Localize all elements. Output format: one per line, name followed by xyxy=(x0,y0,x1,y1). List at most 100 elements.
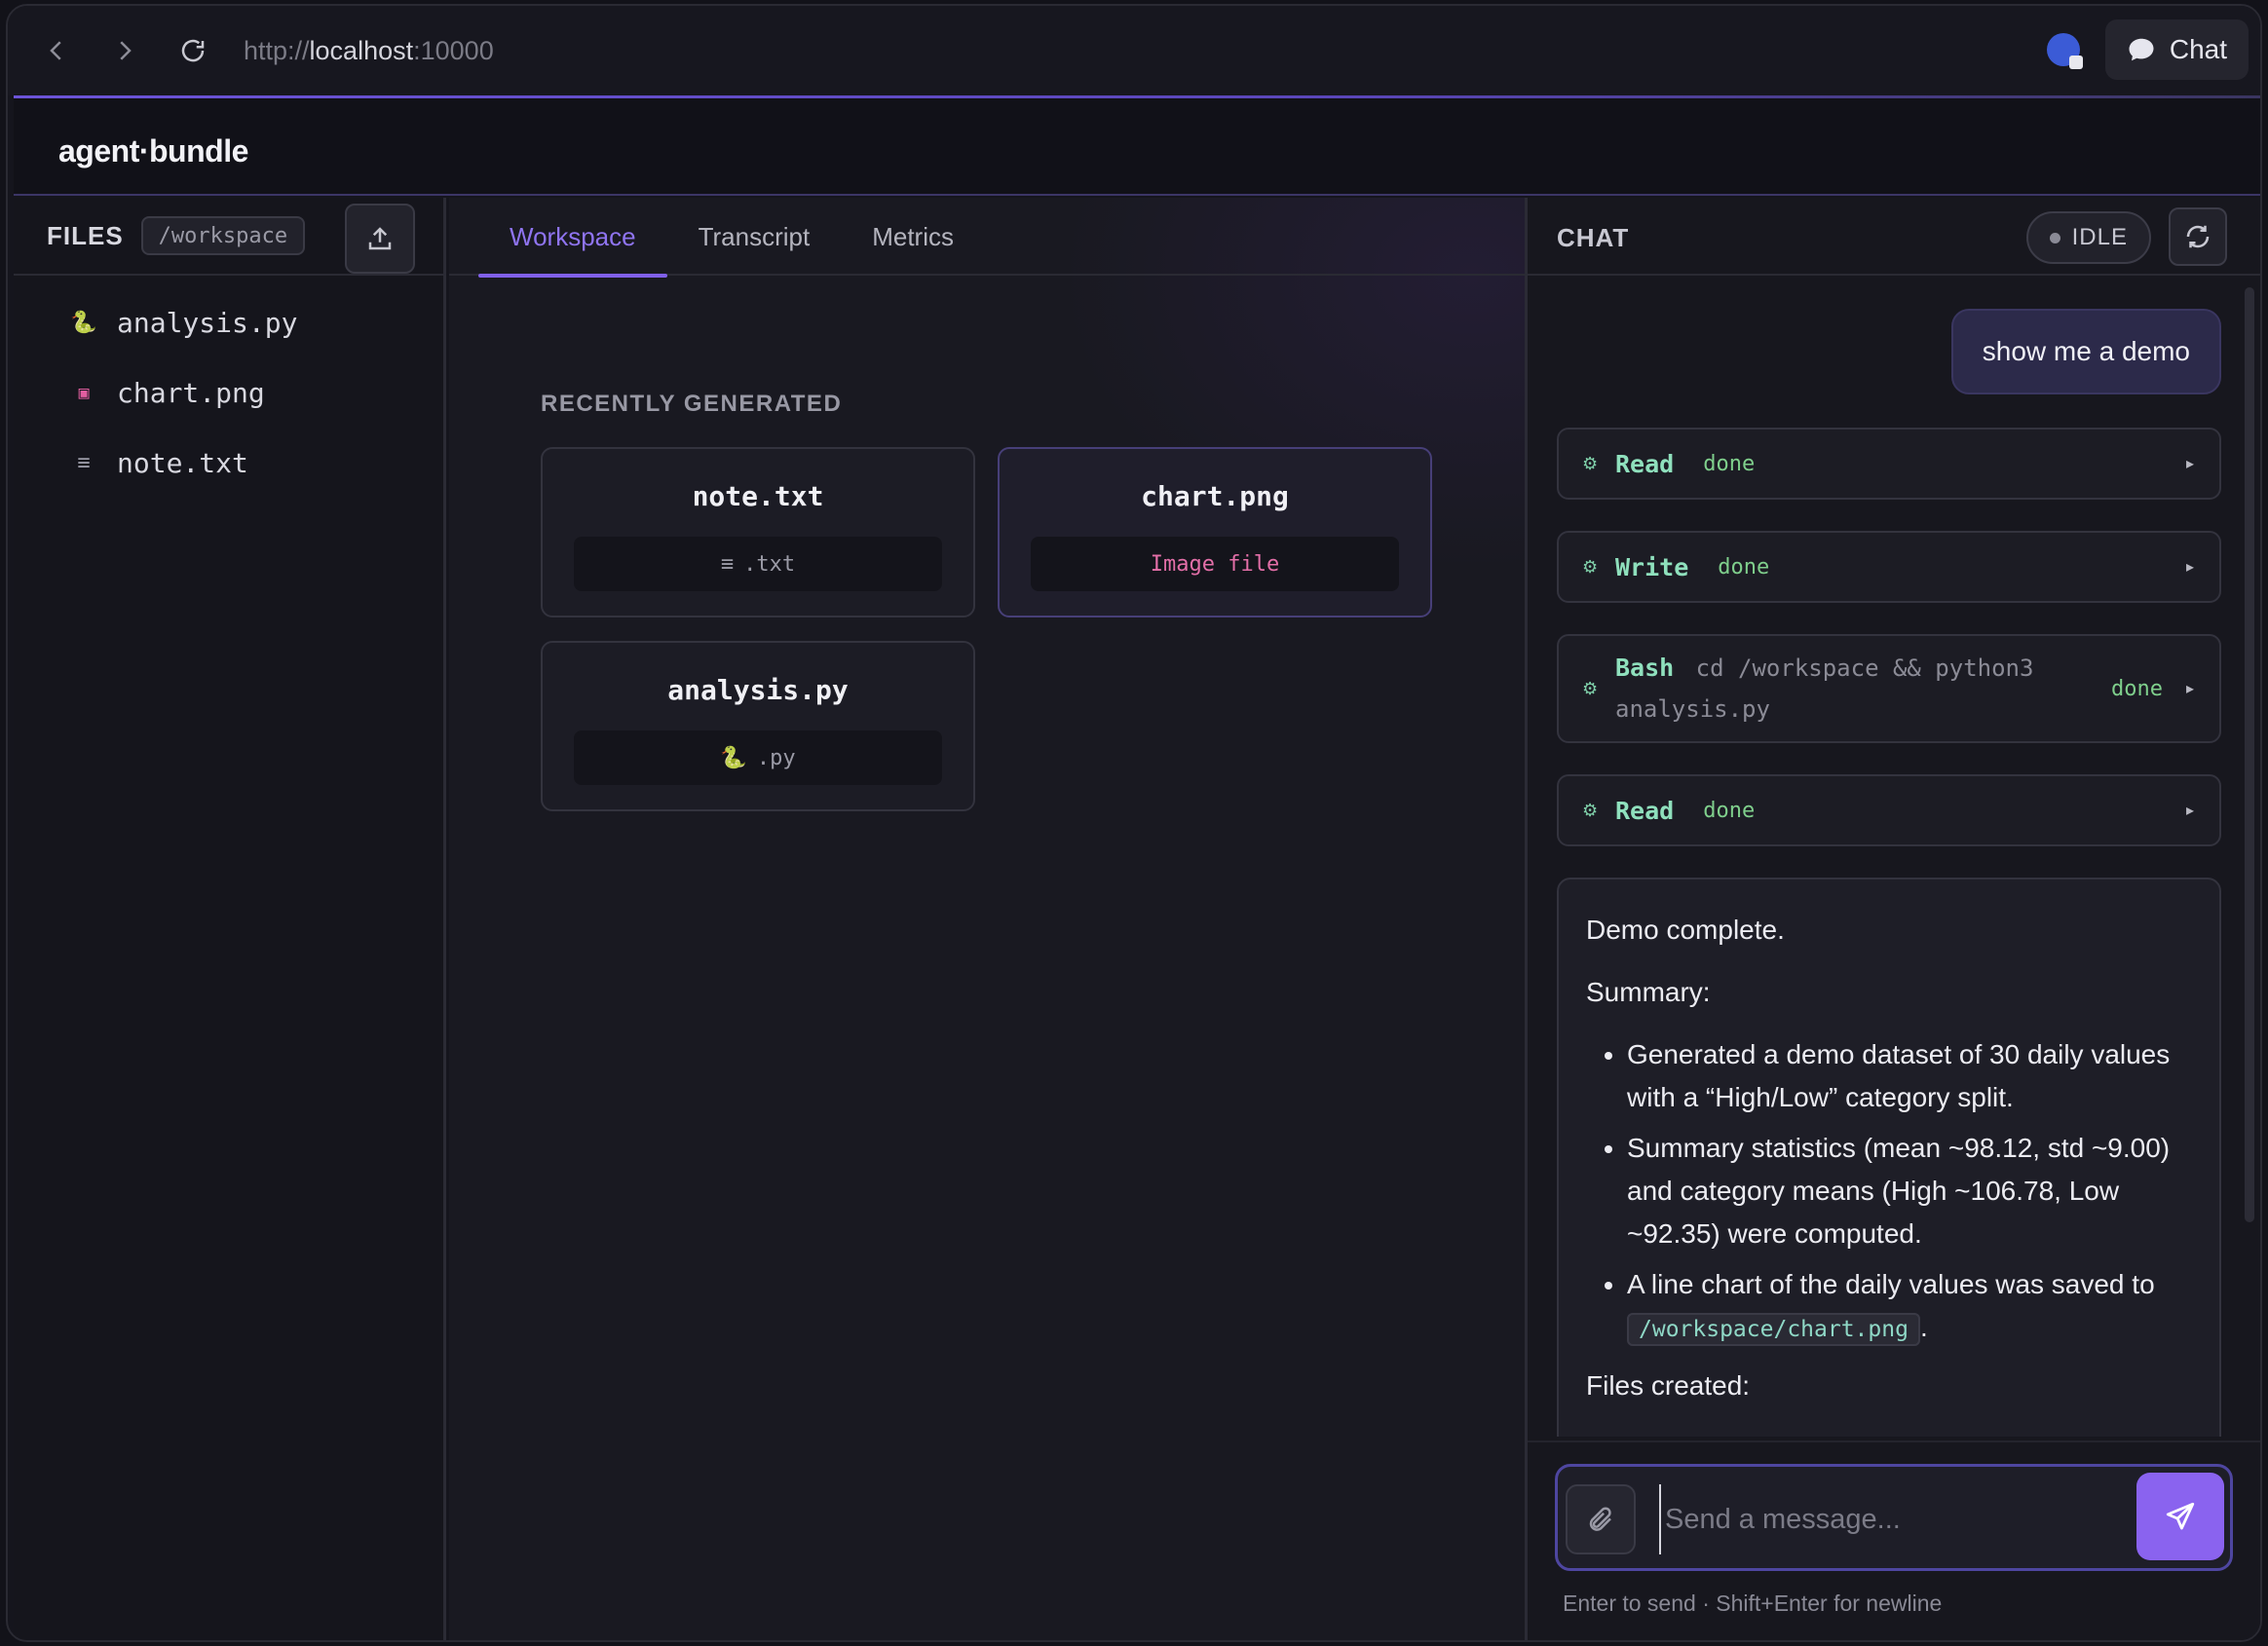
tool-call-read[interactable]: ⚙ Read done ▸ xyxy=(1557,428,2221,500)
status-label: IDLE xyxy=(2071,224,2128,250)
gear-icon: ⚙ xyxy=(1582,678,1599,698)
tab-transcript[interactable]: Transcript xyxy=(667,198,842,276)
tool-args-continued: analysis.py xyxy=(1615,695,1770,723)
url-host: localhost xyxy=(309,35,414,65)
attach-button[interactable] xyxy=(1566,1484,1636,1554)
tool-name: Bash xyxy=(1615,654,1675,682)
bash-details: Bash cd /workspace && python3 analysis.p… xyxy=(1615,650,2033,728)
file-card-chart-png[interactable]: chart.png Image file xyxy=(998,447,1432,617)
browser-window: http://localhost:10000 Chat agent·bundle… xyxy=(6,4,2262,1642)
send-button[interactable] xyxy=(2136,1473,2224,1560)
composer-area: Enter to send · Shift+Enter for newline xyxy=(1528,1440,2260,1640)
tool-status: done xyxy=(2111,676,2163,701)
file-name: analysis.py xyxy=(117,306,298,339)
tool-status: done xyxy=(1703,798,1756,823)
chat-button-label: Chat xyxy=(2169,34,2227,64)
text-file-icon: ≡ xyxy=(720,551,735,577)
tool-args: cd /workspace && python3 xyxy=(1695,655,2034,682)
files-created-label: Files created: xyxy=(1586,1370,1751,1401)
chat-scrollbar[interactable] xyxy=(2245,287,2254,1222)
file-item-analysis-py[interactable]: 🐍 analysis.py xyxy=(14,287,443,357)
url-port: :10000 xyxy=(413,35,494,65)
url-scheme: http:// xyxy=(244,35,310,65)
summary-list: Generated a demo dataset of 30 daily val… xyxy=(1586,1033,2192,1351)
caret-right-icon: ▸ xyxy=(2185,681,2194,697)
summary-label: Summary: xyxy=(1586,977,1711,1007)
gear-icon: ⚙ xyxy=(1582,453,1599,473)
caret-right-icon: ▸ xyxy=(2185,456,2194,472)
address-bar[interactable]: http://localhost:10000 xyxy=(244,36,494,66)
composer-hint: Enter to send · Shift+Enter for newline xyxy=(1563,1590,1943,1616)
status-dot-icon xyxy=(2049,232,2060,243)
main-panel: Workspace Transcript Metrics RECENTLY GE… xyxy=(449,198,1525,1640)
card-file-name: note.txt xyxy=(692,480,824,512)
files-header: FILES /workspace xyxy=(14,198,443,276)
upload-button[interactable] xyxy=(345,204,415,274)
app-logo: agent·bundle xyxy=(58,133,248,168)
caret-right-icon: ▸ xyxy=(2185,559,2194,576)
file-name: note.txt xyxy=(117,446,248,479)
tool-call-read[interactable]: ⚙ Read done ▸ xyxy=(1557,774,2221,846)
summary-text-end: . xyxy=(1919,1312,1928,1342)
tool-name: Write xyxy=(1615,552,1689,581)
chat-bubble-icon xyxy=(2129,38,2154,61)
file-list: 🐍 analysis.py ▣ chart.png ≡ note.txt xyxy=(14,276,443,498)
tool-status: done xyxy=(1703,451,1756,476)
card-type-label: .py xyxy=(756,745,796,770)
message-composer xyxy=(1555,1464,2233,1571)
paperclip-icon xyxy=(1589,1507,1611,1531)
forward-button[interactable] xyxy=(95,21,154,80)
browser-toolbar: http://localhost:10000 Chat xyxy=(8,6,2260,95)
file-card-analysis-py[interactable]: analysis.py 🐍 .py xyxy=(541,641,975,811)
reset-chat-button[interactable] xyxy=(2169,207,2227,266)
tool-call-write[interactable]: ⚙ Write done ▸ xyxy=(1557,531,2221,603)
tool-name: Read xyxy=(1615,796,1675,825)
tool-name: Read xyxy=(1615,449,1675,478)
back-button[interactable] xyxy=(27,21,86,80)
summary-text: A line chart of the daily values was sav… xyxy=(1627,1269,2155,1299)
card-file-name: chart.png xyxy=(1141,480,1289,512)
chat-title: CHAT xyxy=(1557,223,1630,252)
chevron-right-icon xyxy=(120,41,132,60)
card-file-type: 🐍 .py xyxy=(574,730,942,785)
assistant-message: Demo complete. Summary: Generated a demo… xyxy=(1557,878,2221,1437)
chart-path-code: /workspace/chart.png xyxy=(1627,1313,1920,1346)
upload-icon xyxy=(368,227,392,250)
refresh-icon xyxy=(2186,225,2210,248)
browser-chat-button[interactable]: Chat xyxy=(2104,19,2249,80)
python-icon: 🐍 xyxy=(70,310,97,335)
card-file-name: analysis.py xyxy=(667,674,849,706)
summary-item: Summary statistics (mean ~98.12, std ~9.… xyxy=(1627,1127,2192,1255)
caret-right-icon: ▸ xyxy=(2185,803,2194,819)
file-item-chart-png[interactable]: ▣ chart.png xyxy=(14,357,443,428)
chat-messages[interactable]: show me a demo ⚙ Read done ▸ ⚙ Write don… xyxy=(1528,278,2260,1437)
files-title: FILES xyxy=(47,220,124,250)
gear-icon: ⚙ xyxy=(1582,556,1599,577)
reload-button[interactable] xyxy=(164,21,222,80)
card-file-type: Image file xyxy=(1031,537,1399,591)
reload-icon xyxy=(181,39,205,62)
status-badge: IDLE xyxy=(2025,211,2151,264)
tab-workspace[interactable]: Workspace xyxy=(478,198,667,278)
tab-bar: Workspace Transcript Metrics xyxy=(449,198,1525,278)
extension-icon[interactable] xyxy=(2046,33,2083,69)
python-icon: 🐍 xyxy=(720,745,747,770)
app-header: agent·bundle xyxy=(14,98,2260,196)
file-name: chart.png xyxy=(117,376,265,409)
file-card-note-txt[interactable]: note.txt ≡ .txt xyxy=(541,447,975,617)
workspace-path-badge: /workspace xyxy=(140,216,306,255)
chat-header: CHAT IDLE xyxy=(1528,198,2260,276)
message-input[interactable] xyxy=(1659,1484,2127,1554)
files-sidebar: FILES /workspace 🐍 analysis.py ▣ chart.p… xyxy=(14,198,446,1640)
chat-panel: CHAT IDLE show me a demo ⚙ Read done ▸ ⚙… xyxy=(1525,198,2260,1640)
summary-item: Generated a demo dataset of 30 daily val… xyxy=(1627,1033,2192,1119)
send-icon xyxy=(2166,1502,2195,1530)
text-file-icon: ≡ xyxy=(77,450,91,475)
gear-icon: ⚙ xyxy=(1582,800,1599,820)
card-file-type: ≡ .txt xyxy=(574,537,942,591)
tool-status: done xyxy=(1718,554,1770,580)
card-type-label: Image file xyxy=(1150,551,1280,577)
file-item-note-txt[interactable]: ≡ note.txt xyxy=(14,428,443,498)
tool-call-bash[interactable]: ⚙ Bash cd /workspace && python3 analysis… xyxy=(1557,634,2221,743)
tab-metrics[interactable]: Metrics xyxy=(841,198,985,276)
